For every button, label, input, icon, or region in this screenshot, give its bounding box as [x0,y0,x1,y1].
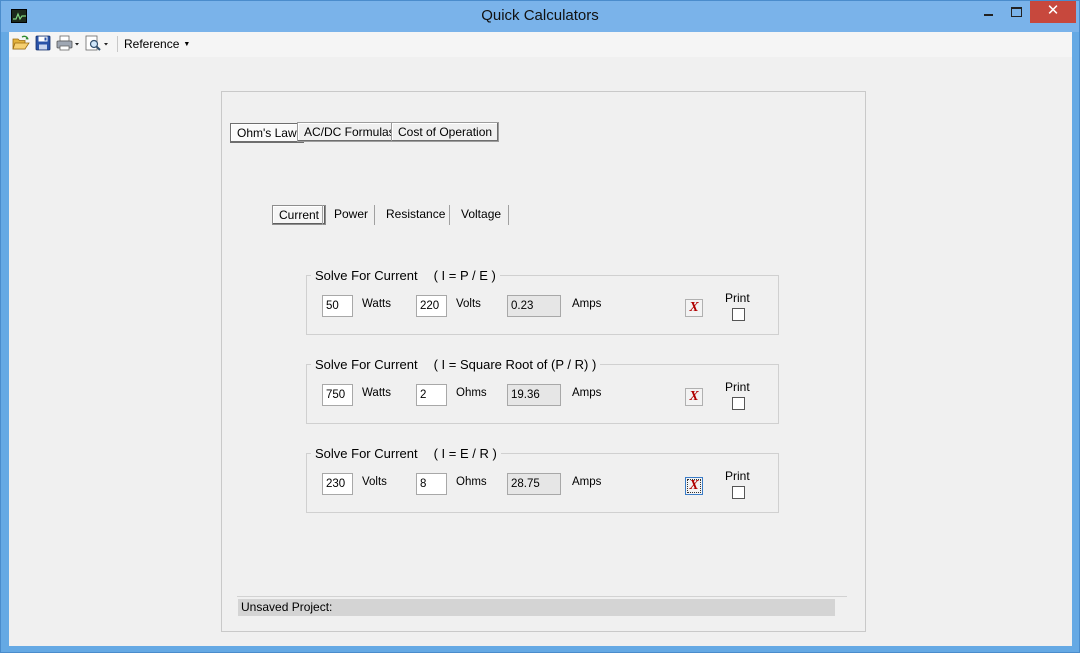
unit-label: Amps [572,387,602,399]
subtab-separator [449,205,450,225]
tab-ac-dc-formulas[interactable]: AC/DC Formulas [297,122,402,142]
toolbar: Reference ▼ [9,32,1072,57]
subtab-voltage[interactable]: Voltage [455,204,507,224]
save-icon[interactable] [35,35,51,53]
calc-group-current-sqrt-p-r: Solve For Current( I = Square Root of (P… [306,357,779,424]
minimize-button[interactable] [974,1,1003,23]
formula-label: ( I = P / E ) [433,268,496,283]
unit-label: Watts [362,387,391,399]
watts-input[interactable] [322,295,353,317]
open-folder-icon[interactable] [12,35,30,53]
subtab-power[interactable]: Power [328,204,374,224]
subtab-resistance[interactable]: Resistance [380,204,451,224]
unit-label: Amps [572,476,602,488]
amps-result: 0.23 [507,295,561,317]
reference-label: Reference [124,37,180,51]
ohms-input[interactable] [416,473,447,495]
unit-label: Amps [572,298,602,310]
reference-menu[interactable]: Reference ▼ [124,36,190,52]
volts-input[interactable] [322,473,353,495]
print-checkbox[interactable] [732,308,745,321]
print-label: Print [725,380,750,394]
print-icon[interactable] [56,35,82,53]
clear-button[interactable]: X [685,388,703,406]
status-divider [237,596,847,597]
print-preview-icon[interactable] [85,35,111,53]
group-title: Solve For Current( I = P / E ) [311,268,500,283]
group-title: Solve For Current( I = E / R ) [311,446,501,461]
subtab-separator [374,205,375,225]
maximize-button[interactable] [1003,1,1030,23]
subtab-separator [322,205,323,225]
app-window: Quick Calculators ✕ Reference ▼ Ohm's La… [0,0,1080,653]
toolbar-separator [117,36,118,52]
unit-label: Ohms [456,387,487,399]
ohms-input[interactable] [416,384,447,406]
print-label: Print [725,291,750,305]
formula-label: ( I = E / R ) [433,446,497,461]
watts-input[interactable] [322,384,353,406]
unit-label: Ohms [456,476,487,488]
group-title: Solve For Current( I = Square Root of (P… [311,357,601,372]
print-checkbox[interactable] [732,486,745,499]
formula-label: ( I = Square Root of (P / R) ) [433,357,597,372]
tab-cost-of-operation[interactable]: Cost of Operation [391,122,500,142]
calc-group-current-p-e: Solve For Current( I = P / E ) Watts Vol… [306,268,779,335]
subtab-separator [508,205,509,225]
volts-input[interactable] [416,295,447,317]
window-title: Quick Calculators [481,7,599,24]
calc-group-current-e-r: Solve For Current( I = E / R ) Volts Ohm… [306,446,779,513]
close-button[interactable]: ✕ [1030,1,1076,23]
title-bar[interactable]: Quick Calculators ✕ [1,1,1079,32]
chevron-down-icon: ▼ [183,40,191,48]
unit-label: Volts [362,476,387,488]
subtab-current[interactable]: Current [272,205,327,225]
print-checkbox[interactable] [732,397,745,410]
print-label: Print [725,469,750,483]
unit-label: Watts [362,298,391,310]
clear-button[interactable]: X [685,477,703,495]
tab-ohms-law[interactable]: Ohm's Law [230,123,304,143]
calculator-panel: Ohm's Law AC/DC Formulas Cost of Operati… [221,91,866,632]
clear-button[interactable]: X [685,299,703,317]
amps-result: 28.75 [507,473,561,495]
unit-label: Volts [456,298,481,310]
client-area: Reference ▼ Ohm's Law AC/DC Formulas Cost… [9,32,1072,646]
status-bar: Unsaved Project: [238,599,835,616]
amps-result: 19.36 [507,384,561,406]
